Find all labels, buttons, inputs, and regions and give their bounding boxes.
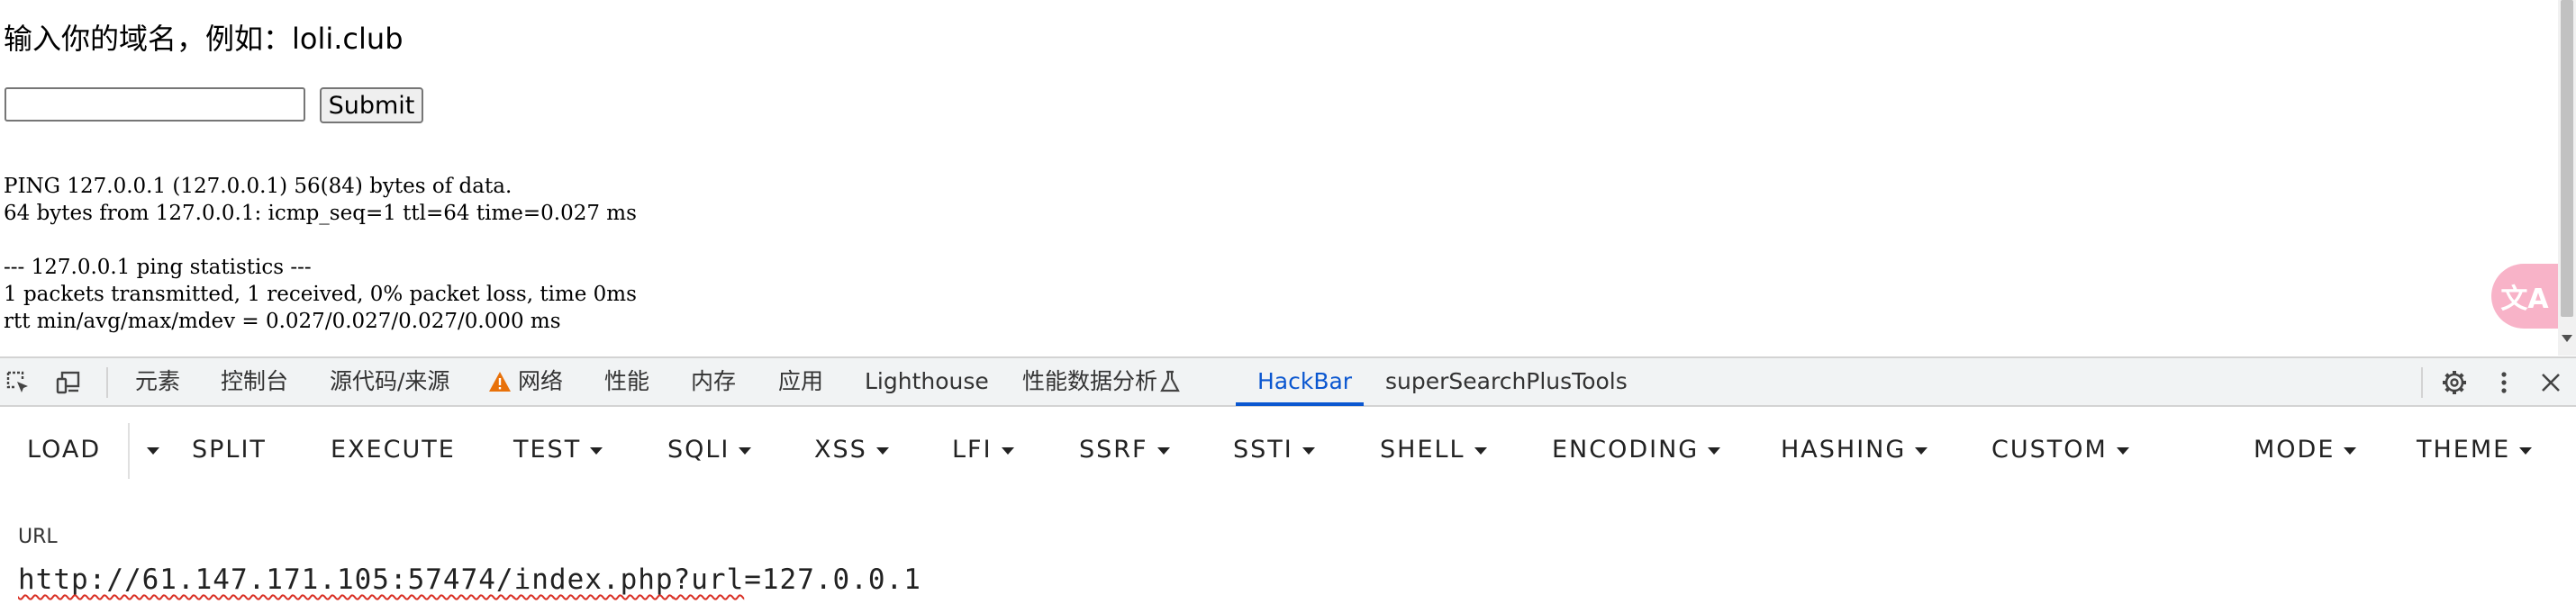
test-menu[interactable]: TEST xyxy=(513,436,603,464)
theme-menu-label: THEME xyxy=(2417,436,2511,464)
tab-sources[interactable]: 源代码/来源 xyxy=(330,358,449,405)
toolbar-divider xyxy=(106,367,108,398)
flask-icon xyxy=(1160,370,1180,392)
tab-performance[interactable]: 性能 xyxy=(604,358,649,405)
close-icon[interactable] xyxy=(2540,372,2562,393)
url-input[interactable]: http://61.147.171.105:57474/index.php?ur… xyxy=(18,563,921,596)
hackbar-toolbar: LOAD SPLIT EXECUTE TEST SQLI XSS LFI SSR… xyxy=(0,407,2576,495)
load-divider xyxy=(128,423,130,479)
chevron-down-icon xyxy=(1302,446,1315,455)
devtools-tabbar: 元素 控制台 源代码/来源 网络 性能 内存 应用 Lighthouse 性能数… xyxy=(0,356,2576,407)
lfi-menu-label: LFI xyxy=(952,436,993,464)
chevron-down-icon xyxy=(147,446,159,455)
settings-gear-icon[interactable] xyxy=(2441,369,2468,396)
ssrf-menu[interactable]: SSRF xyxy=(1079,436,1170,464)
chevron-down-icon xyxy=(2116,446,2129,455)
hashing-menu[interactable]: HASHING xyxy=(1781,436,1928,464)
tab-elements[interactable]: 元素 xyxy=(135,358,180,405)
encoding-menu[interactable]: ENCODING xyxy=(1552,436,1721,464)
chevron-down-icon xyxy=(875,446,889,455)
translate-icon: 文A xyxy=(2500,284,2549,315)
chevron-down-icon xyxy=(1474,446,1487,455)
chevron-down-icon xyxy=(2344,446,2357,455)
sqli-menu[interactable]: SQLI xyxy=(667,436,752,464)
url-host: http://61.147.171.105:57474/ xyxy=(18,563,514,596)
submit-button[interactable]: Submit xyxy=(320,87,423,123)
mode-menu-label: MODE xyxy=(2254,436,2336,464)
active-tab-indicator xyxy=(1236,402,1364,406)
domain-prompt: 输入你的域名，例如：loli.club xyxy=(4,22,404,56)
tab-console[interactable]: 控制台 xyxy=(221,358,288,405)
tab-hackbar[interactable]: HackBar xyxy=(1257,358,1352,405)
scroll-down-arrow-icon[interactable] xyxy=(2562,335,2572,342)
chevron-down-icon xyxy=(2519,446,2533,455)
url-query-key: ?url xyxy=(673,563,745,596)
url-label: URL xyxy=(18,526,58,548)
domain-input[interactable] xyxy=(5,87,305,122)
tab-application[interactable]: 应用 xyxy=(778,358,823,405)
url-path: index.php xyxy=(513,563,674,596)
translate-button[interactable]: 文A xyxy=(2491,264,2558,329)
load-dropdown-button[interactable] xyxy=(138,436,159,464)
shell-menu-label: SHELL xyxy=(1380,436,1465,464)
scrollbar-thumb[interactable] xyxy=(2561,0,2573,317)
encoding-menu-label: ENCODING xyxy=(1552,436,1700,464)
xss-menu-label: XSS xyxy=(814,436,867,464)
hashing-menu-label: HASHING xyxy=(1781,436,1907,464)
chevron-down-icon xyxy=(1156,446,1170,455)
shell-menu[interactable]: SHELL xyxy=(1380,436,1487,464)
ssti-menu-label: SSTI xyxy=(1233,436,1293,464)
ping-output: PING 127.0.0.1 (127.0.0.1) 56(84) bytes … xyxy=(4,175,637,333)
execute-button[interactable]: EXECUTE xyxy=(331,436,456,464)
sqli-menu-label: SQLI xyxy=(667,436,730,464)
inspect-element-icon[interactable] xyxy=(5,370,31,395)
lfi-menu[interactable]: LFI xyxy=(952,436,1014,464)
chevron-down-icon xyxy=(739,446,752,455)
tab-supersearchplustools[interactable]: superSearchPlusTools xyxy=(1385,358,1628,405)
device-toolbar-icon[interactable] xyxy=(56,370,81,395)
tab-performance-insights[interactable]: 性能数据分析 xyxy=(1022,358,1157,405)
custom-menu[interactable]: CUSTOM xyxy=(1991,436,2129,464)
load-button[interactable]: LOAD xyxy=(27,436,101,464)
chevron-down-icon xyxy=(590,446,603,455)
test-menu-label: TEST xyxy=(513,436,582,464)
custom-menu-label: CUSTOM xyxy=(1991,436,2108,464)
tab-network[interactable]: 网络 xyxy=(518,358,563,405)
ssti-menu[interactable]: SSTI xyxy=(1233,436,1315,464)
ssrf-menu-label: SSRF xyxy=(1079,436,1148,464)
xss-menu[interactable]: XSS xyxy=(814,436,889,464)
page-scrollbar[interactable] xyxy=(2558,0,2576,356)
more-options-icon[interactable] xyxy=(2495,370,2513,395)
page-viewport: 输入你的域名，例如：loli.club Submit PING 127.0.0.… xyxy=(0,0,2558,356)
url-query-value: =127.0.0.1 xyxy=(744,563,921,596)
tab-memory[interactable]: 内存 xyxy=(691,358,736,405)
mode-menu[interactable]: MODE xyxy=(2254,436,2357,464)
chevron-down-icon xyxy=(1915,446,1928,455)
chevron-down-icon xyxy=(1001,446,1014,455)
split-button[interactable]: SPLIT xyxy=(192,436,267,464)
chevron-down-icon xyxy=(1708,446,1721,455)
toolbar-divider xyxy=(2421,367,2423,398)
warning-icon xyxy=(489,372,511,392)
tab-lighthouse[interactable]: Lighthouse xyxy=(865,358,989,405)
theme-menu[interactable]: THEME xyxy=(2417,436,2533,464)
